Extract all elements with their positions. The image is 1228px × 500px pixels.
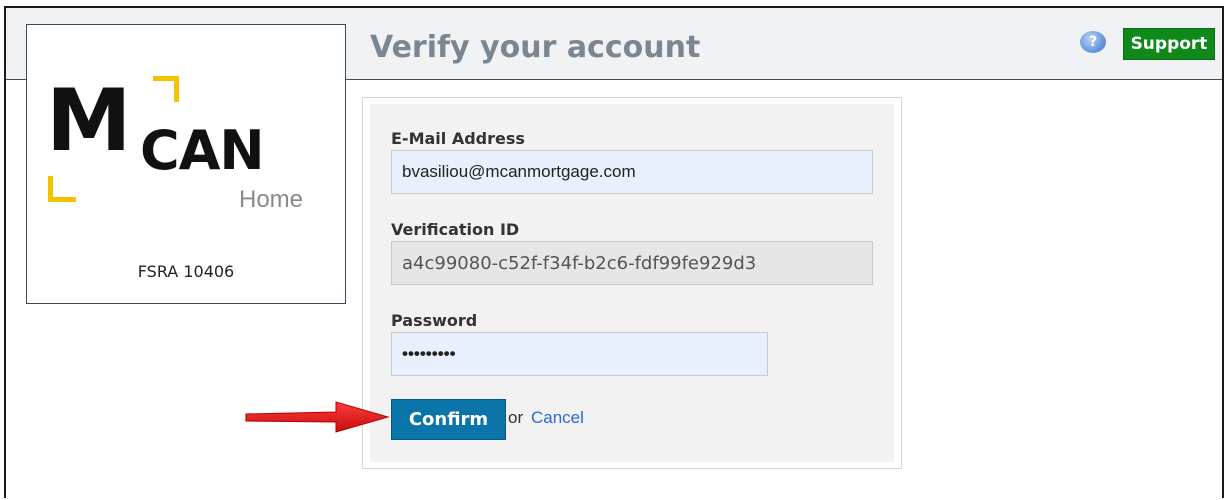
annotation-arrow-icon <box>245 401 390 433</box>
or-text: or <box>508 408 524 427</box>
logo-bracket-top-right <box>153 76 179 102</box>
confirm-button[interactable]: Confirm <box>391 399 506 440</box>
support-button[interactable]: Support <box>1123 28 1215 60</box>
logo-letter-m: M <box>46 71 132 171</box>
logo-bracket-bottom-left <box>48 176 76 202</box>
password-label: Password <box>391 311 478 330</box>
logo-wordmark-can: CAN <box>140 119 265 182</box>
verification-id-field[interactable]: a4c99080-c52f-f34f-b2c6-fdf99fe929d3 <box>391 241 873 285</box>
logo-wordmark-home: Home <box>239 186 304 213</box>
help-icon[interactable]: ? <box>1080 31 1106 53</box>
email-field[interactable]: bvasiliou@mcanmortgage.com <box>391 150 873 194</box>
password-field[interactable]: ••••••••• <box>391 332 768 376</box>
page-title: Verify your account <box>370 30 701 65</box>
cancel-link[interactable]: Cancel <box>531 408 584 428</box>
registration-number: FSRA 10406 <box>137 262 235 281</box>
email-label: E-Mail Address <box>391 129 525 148</box>
verification-id-label: Verification ID <box>391 220 520 239</box>
